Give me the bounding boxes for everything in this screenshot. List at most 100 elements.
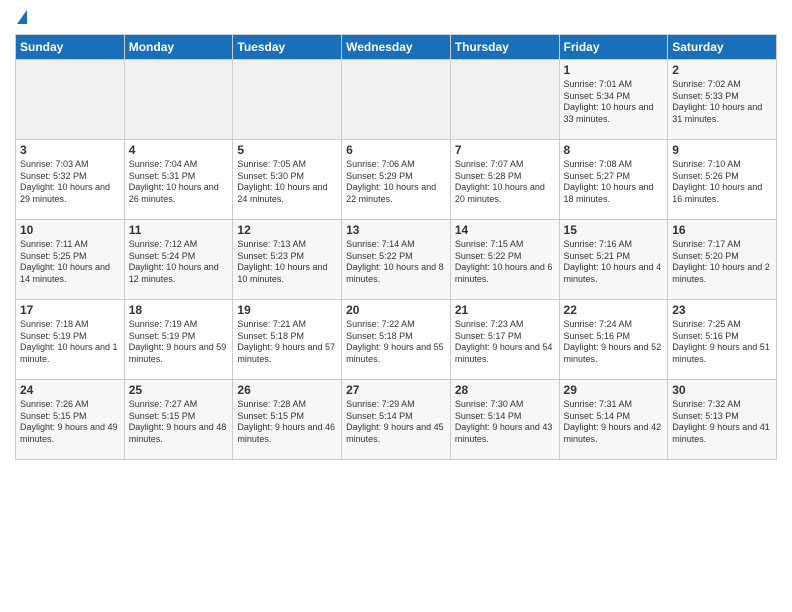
day-info: Sunset: 5:16 PM (564, 331, 664, 343)
day-info: Sunset: 5:27 PM (564, 171, 664, 183)
day-info: Sunrise: 7:16 AM (564, 239, 664, 251)
day-info: Daylight: 10 hours and 33 minutes. (564, 102, 664, 125)
day-number: 29 (564, 383, 664, 397)
day-info: Sunset: 5:23 PM (237, 251, 337, 263)
calendar-week-row: 3Sunrise: 7:03 AMSunset: 5:32 PMDaylight… (16, 140, 777, 220)
day-info: Sunset: 5:29 PM (346, 171, 446, 183)
day-info: Daylight: 10 hours and 18 minutes. (564, 182, 664, 205)
day-info: Daylight: 10 hours and 4 minutes. (564, 262, 664, 285)
day-info: Sunrise: 7:02 AM (672, 79, 772, 91)
day-info: Daylight: 9 hours and 55 minutes. (346, 342, 446, 365)
day-info: Sunset: 5:14 PM (564, 411, 664, 423)
day-info: Sunset: 5:16 PM (672, 331, 772, 343)
calendar-week-row: 10 Sunrise: 7:11 AMSunset: 5:25 PM Dayligh… (16, 220, 777, 300)
day-info: Daylight: 10 hours and 10 minutes. (237, 262, 337, 285)
day-info: Sunrise: 7:29 AM (346, 399, 446, 411)
day-info: Sunset: 5:14 PM (455, 411, 555, 423)
day-number: 19 (237, 303, 337, 317)
day-number: 4 (129, 143, 229, 157)
calendar-cell: 24Sunrise: 7:26 AMSunset: 5:15 PMDayligh… (16, 380, 125, 460)
day-number: 14 (455, 223, 555, 237)
day-info: Sunset: 5:25 PM (20, 251, 120, 263)
calendar-week-row: 24Sunrise: 7:26 AMSunset: 5:15 PMDayligh… (16, 380, 777, 460)
day-info: Sunset: 5:20 PM (672, 251, 772, 263)
calendar-cell (124, 60, 233, 140)
day-number: 23 (672, 303, 772, 317)
calendar-cell (233, 60, 342, 140)
day-info: Daylight: 10 hours and 1 minute. (20, 342, 120, 365)
day-number: 21 (455, 303, 555, 317)
day-info: Daylight: 10 hours and 26 minutes. (129, 182, 229, 205)
day-info: Sunrise: 7:15 AM (455, 239, 555, 251)
day-info: Sunrise: 7:17 AM (672, 239, 772, 251)
day-info: Sunset: 5:13 PM (672, 411, 772, 423)
day-info: Sunrise: 7:21 AM (237, 319, 337, 331)
calendar-cell: 7Sunrise: 7:07 AMSunset: 5:28 PMDaylight… (450, 140, 559, 220)
calendar-cell: 6Sunrise: 7:06 AMSunset: 5:29 PMDaylight… (342, 140, 451, 220)
day-number: 25 (129, 383, 229, 397)
day-number: 28 (455, 383, 555, 397)
day-info: Sunrise: 7:28 AM (237, 399, 337, 411)
day-info: Sunrise: 7:08 AM (564, 159, 664, 171)
calendar-cell: 26Sunrise: 7:28 AMSunset: 5:15 PMDayligh… (233, 380, 342, 460)
day-info: Daylight: 10 hours and 20 minutes. (455, 182, 555, 205)
day-info: Sunrise: 7:11 AM (20, 239, 120, 251)
day-info: Sunrise: 7:30 AM (455, 399, 555, 411)
day-info: Sunrise: 7:01 AM (564, 79, 664, 91)
day-info: Sunrise: 7:03 AM (20, 159, 120, 171)
day-header-friday: Friday (559, 35, 668, 60)
calendar-cell: 20Sunrise: 7:22 AMSunset: 5:18 PMDayligh… (342, 300, 451, 380)
day-info: Daylight: 9 hours and 51 minutes. (672, 342, 772, 365)
calendar-cell: 2Sunrise: 7:02 AMSunset: 5:33 PMDaylight… (668, 60, 777, 140)
day-info: Daylight: 9 hours and 59 minutes. (129, 342, 229, 365)
day-info: Daylight: 9 hours and 52 minutes. (564, 342, 664, 365)
calendar-cell: 3Sunrise: 7:03 AMSunset: 5:32 PMDaylight… (16, 140, 125, 220)
day-header-monday: Monday (124, 35, 233, 60)
day-info: Daylight: 9 hours and 45 minutes. (346, 422, 446, 445)
calendar-cell (450, 60, 559, 140)
day-info: Sunrise: 7:10 AM (672, 159, 772, 171)
day-info: Sunset: 5:15 PM (20, 411, 120, 423)
day-info: Daylight: 10 hours and 29 minutes. (20, 182, 120, 205)
day-info: Daylight: 9 hours and 46 minutes. (237, 422, 337, 445)
day-number: 24 (20, 383, 120, 397)
logo-icon (17, 10, 27, 24)
day-info: Sunset: 5:32 PM (20, 171, 120, 183)
day-header-wednesday: Wednesday (342, 35, 451, 60)
day-header-tuesday: Tuesday (233, 35, 342, 60)
calendar-cell: 11Sunrise: 7:12 AMSunset: 5:24 PMDayligh… (124, 220, 233, 300)
day-info: Sunset: 5:21 PM (564, 251, 664, 263)
calendar-cell: 29 Sunrise: 7:31 AMSunset: 5:14 PMDayligh… (559, 380, 668, 460)
day-info: Sunset: 5:14 PM (346, 411, 446, 423)
day-info: Daylight: 10 hours and 22 minutes. (346, 182, 446, 205)
calendar-cell: 10Sunrise: 7:11 AMSunset: 5:25 PMDayligh… (16, 220, 125, 300)
day-info: Daylight: 9 hours and 57 minutes. (237, 342, 337, 365)
calendar-cell: 25Sunrise: 7:27 AMSunset: 5:15 PMDayligh… (124, 380, 233, 460)
day-info: Sunrise: 7:23 AM (455, 319, 555, 331)
day-info: Sunrise: 7:31 AM (564, 399, 664, 411)
day-info: Daylight: 9 hours and 42 minutes. (564, 422, 664, 445)
day-info: Sunset: 5:33 PM (672, 91, 772, 103)
day-number: 30 (672, 383, 772, 397)
calendar-cell: 16Sunrise: 7:17 AMSunset: 5:20 PMDayligh… (668, 220, 777, 300)
day-info: Sunrise: 7:27 AM (129, 399, 229, 411)
logo (15, 10, 27, 26)
day-info: Sunrise: 7:04 AM (129, 159, 229, 171)
day-number: 10 (20, 223, 120, 237)
calendar-cell: 15Sunrise: 7:16 AMSunset: 5:21 PMDayligh… (559, 220, 668, 300)
day-info: Sunset: 5:24 PM (129, 251, 229, 263)
day-info: Sunrise: 7:24 AM (564, 319, 664, 331)
calendar-cell (16, 60, 125, 140)
calendar-header-row: SundayMondayTuesdayWednesdayThursdayFrid… (16, 35, 777, 60)
day-info: Sunset: 5:26 PM (672, 171, 772, 183)
day-number: 26 (237, 383, 337, 397)
day-info: Sunrise: 7:25 AM (672, 319, 772, 331)
calendar-cell: 13Sunrise: 7:14 AMSunset: 5:22 PMDayligh… (342, 220, 451, 300)
day-number: 13 (346, 223, 446, 237)
day-number: 5 (237, 143, 337, 157)
day-info: Daylight: 9 hours and 54 minutes. (455, 342, 555, 365)
day-info: Sunset: 5:34 PM (564, 91, 664, 103)
day-info: Sunrise: 7:07 AM (455, 159, 555, 171)
calendar-cell: 23 Sunrise: 7:25 AMSunset: 5:16 PMDayligh… (668, 300, 777, 380)
day-number: 27 (346, 383, 446, 397)
